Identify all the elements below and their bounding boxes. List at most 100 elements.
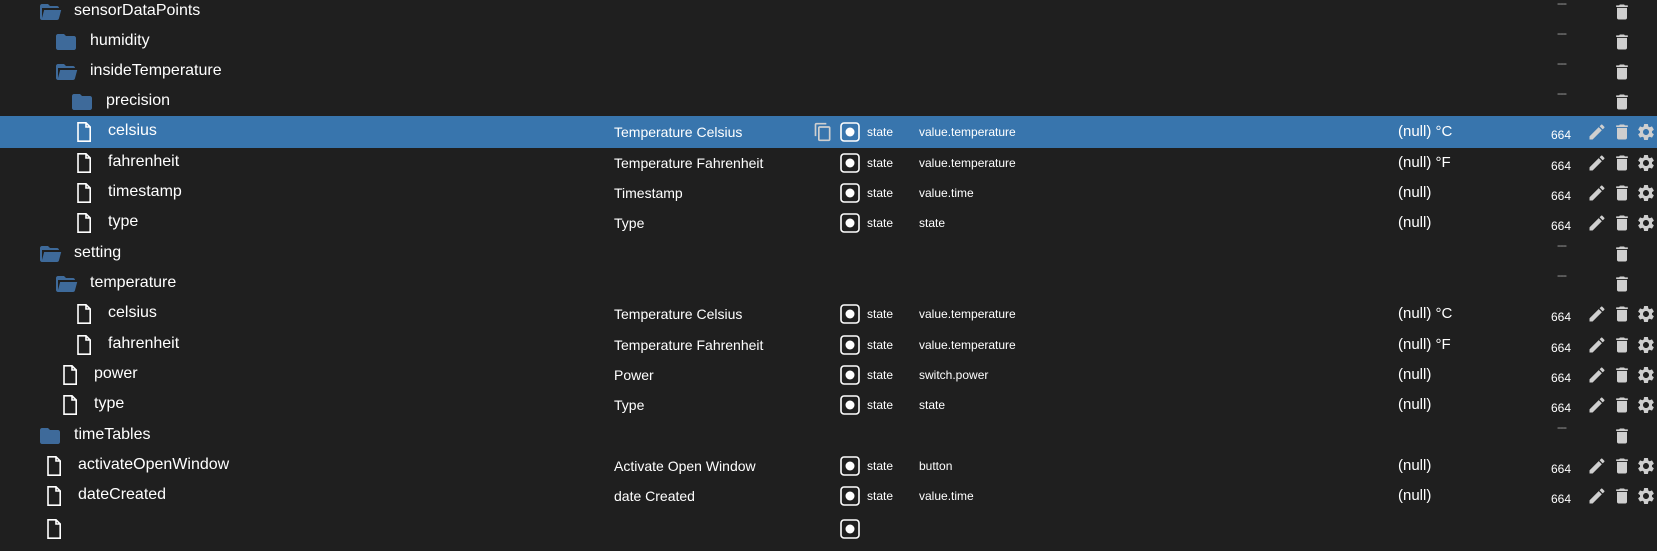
settings-gear-icon[interactable] — [1636, 183, 1656, 203]
object-name[interactable]: setting — [74, 244, 121, 262]
object-role: switch.power — [919, 368, 989, 382]
object-value[interactable]: (null) — [1398, 457, 1431, 474]
object-name[interactable]: type — [108, 213, 138, 231]
delete-icon[interactable] — [1612, 304, 1632, 324]
tree-row[interactable]: precision --- — [0, 86, 1657, 118]
folder-icon[interactable] — [70, 90, 94, 114]
object-name[interactable]: dateCreated — [78, 486, 166, 504]
object-name[interactable]: humidity — [90, 32, 150, 50]
object-name[interactable]: celsius — [108, 304, 157, 322]
edit-icon[interactable] — [1587, 335, 1607, 355]
settings-gear-icon[interactable] — [1636, 486, 1656, 506]
edit-icon[interactable] — [1587, 213, 1607, 233]
object-value[interactable]: (null) — [1398, 184, 1431, 201]
object-name[interactable]: type — [94, 395, 124, 413]
object-name[interactable]: timeTables — [74, 426, 150, 444]
object-name[interactable]: timestamp — [108, 183, 182, 201]
object-value[interactable]: (null) — [1398, 396, 1431, 413]
object-name[interactable]: precision — [106, 92, 170, 110]
object-value[interactable]: (null) — [1398, 214, 1431, 231]
object-name[interactable]: celsius — [108, 122, 157, 140]
delete-icon[interactable] — [1612, 244, 1632, 264]
delete-icon[interactable] — [1612, 486, 1632, 506]
folder-icon[interactable] — [38, 424, 62, 448]
tree-row[interactable]: fahrenheit Temperature Fahrenheit state val… — [0, 147, 1657, 179]
settings-gear-icon[interactable] — [1636, 213, 1656, 233]
folder-icon[interactable] — [54, 30, 78, 54]
object-name[interactable]: insideTemperature — [90, 62, 222, 80]
tree-row[interactable]: celsius Temperature Celsius state value.tem… — [0, 116, 1657, 148]
delete-icon[interactable] — [1612, 183, 1632, 203]
edit-icon[interactable] — [1587, 456, 1607, 476]
tree-row[interactable]: temperature --- — [0, 268, 1657, 300]
acl-rights: --- — [1557, 238, 1567, 252]
settings-gear-icon[interactable] — [1636, 365, 1656, 385]
tree-row[interactable]: dateCreated date Created state value.time (n… — [0, 480, 1657, 512]
acl-rights: 664 — [1551, 401, 1572, 415]
edit-icon[interactable] — [1587, 122, 1607, 142]
object-value[interactable]: (null) — [1398, 366, 1431, 383]
object-name[interactable]: fahrenheit — [108, 335, 179, 353]
object-value[interactable]: (null) °F — [1398, 154, 1451, 171]
object-name[interactable]: sensorDataPoints — [74, 2, 200, 20]
object-value[interactable]: (null) °F — [1398, 336, 1451, 353]
object-role: value.temperature — [919, 307, 1016, 321]
delete-icon[interactable] — [1612, 395, 1632, 415]
edit-icon[interactable] — [1587, 365, 1607, 385]
state-type-icon — [840, 395, 860, 415]
delete-icon[interactable] — [1612, 365, 1632, 385]
copy-icon[interactable] — [813, 122, 833, 142]
tree-row[interactable]: power Power state switch.power (null) 664 — [0, 359, 1657, 391]
object-type: state — [867, 459, 894, 473]
tree-row[interactable]: celsius Temperature Celsius state value.tem… — [0, 298, 1657, 330]
edit-icon[interactable] — [1587, 153, 1607, 173]
edit-icon[interactable] — [1587, 486, 1607, 506]
delete-icon[interactable] — [1612, 122, 1632, 142]
folder-open-icon[interactable] — [38, 242, 62, 266]
object-role: value.temperature — [919, 338, 1016, 352]
delete-icon[interactable] — [1612, 426, 1632, 446]
tree-row[interactable]: type Type state state (null) 664 — [0, 389, 1657, 421]
tree-row[interactable]: type Type state state (null) 664 — [0, 207, 1657, 239]
tree-row[interactable]: setting --- — [0, 238, 1657, 270]
delete-icon[interactable] — [1612, 92, 1632, 112]
folder-open-icon[interactable] — [54, 272, 78, 296]
tree-row[interactable]: timestamp Timestamp state value.time (null) 6… — [0, 177, 1657, 209]
object-value[interactable]: (null) — [1398, 487, 1431, 504]
settings-gear-icon[interactable] — [1636, 122, 1656, 142]
object-name[interactable]: temperature — [90, 274, 176, 292]
acl-rights: 664 — [1551, 219, 1572, 233]
object-name[interactable]: fahrenheit — [108, 153, 179, 171]
folder-open-icon[interactable] — [38, 0, 62, 24]
delete-icon[interactable] — [1612, 153, 1632, 173]
object-name[interactable]: activateOpenWindow — [78, 456, 229, 474]
tree-row[interactable]: insideTemperature --- — [0, 56, 1657, 88]
object-value[interactable]: (null) °C — [1398, 305, 1452, 322]
delete-icon[interactable] — [1612, 274, 1632, 294]
delete-icon[interactable] — [1612, 62, 1632, 82]
folder-open-icon[interactable] — [54, 60, 78, 84]
settings-gear-icon[interactable] — [1636, 456, 1656, 476]
delete-icon[interactable] — [1612, 213, 1632, 233]
delete-icon[interactable] — [1612, 335, 1632, 355]
object-name[interactable]: power — [94, 365, 138, 383]
edit-icon[interactable] — [1587, 304, 1607, 324]
tree-row[interactable]: sensorDataPoints --- — [0, 0, 1657, 28]
tree-row[interactable]: activateOpenWindow Activate Open Window st… — [0, 450, 1657, 482]
delete-icon[interactable] — [1612, 32, 1632, 52]
edit-icon[interactable] — [1587, 183, 1607, 203]
settings-gear-icon[interactable] — [1636, 335, 1656, 355]
object-value[interactable]: (null) °C — [1398, 123, 1452, 140]
settings-gear-icon[interactable] — [1636, 395, 1656, 415]
tree-row[interactable] — [0, 513, 1657, 545]
delete-icon[interactable] — [1612, 2, 1632, 22]
tree-row[interactable]: timeTables --- — [0, 420, 1657, 452]
settings-gear-icon[interactable] — [1636, 304, 1656, 324]
object-description: Type — [614, 397, 645, 413]
tree-row[interactable]: fahrenheit Temperature Fahrenheit state val… — [0, 329, 1657, 361]
tree-row[interactable]: humidity --- — [0, 26, 1657, 58]
delete-icon[interactable] — [1612, 456, 1632, 476]
file-icon — [72, 151, 96, 175]
settings-gear-icon[interactable] — [1636, 153, 1656, 173]
edit-icon[interactable] — [1587, 395, 1607, 415]
